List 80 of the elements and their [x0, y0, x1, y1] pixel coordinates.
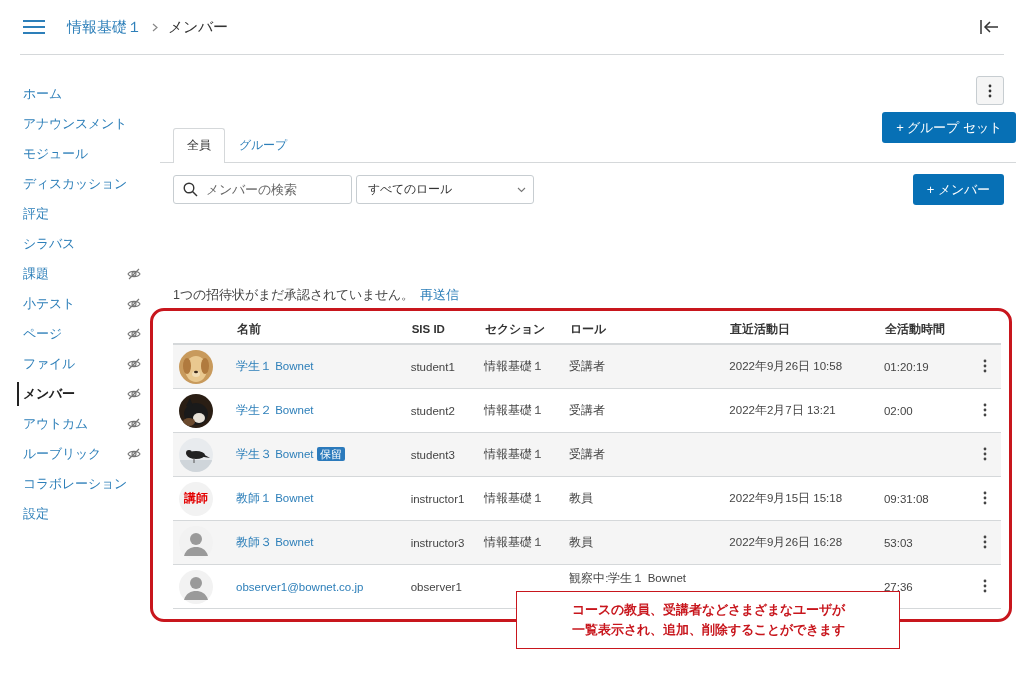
sidebar-item[interactable]: ファイル — [17, 352, 75, 376]
pending-badge: 保留 — [316, 447, 345, 461]
more-icon[interactable] — [983, 490, 987, 505]
table-cell: 2022年9月26日 10:58 — [729, 360, 843, 372]
table-cell: 情報基礎１ — [484, 492, 545, 504]
sidebar-item[interactable]: 小テスト — [17, 292, 75, 316]
default-avatar-icon — [179, 569, 213, 604]
sidebar-item[interactable]: ホーム — [17, 82, 62, 106]
role-dropdown[interactable]: すべてのロール — [356, 175, 534, 204]
avatar: 講師 — [179, 481, 213, 516]
collapse-icon[interactable] — [980, 20, 998, 34]
table-cell: student1 — [410, 360, 455, 373]
user-name-link[interactable]: 学生１ Bownet — [236, 360, 314, 372]
callout-text: コースの教員、受講者などさまざまなユーザが — [571, 601, 845, 619]
table-cell: 02:00 — [883, 404, 913, 417]
sidebar-item[interactable]: ディスカッション — [17, 172, 127, 196]
caret-icon — [517, 186, 526, 193]
search-icon — [183, 182, 198, 197]
tab[interactable]: 全員 — [173, 128, 225, 163]
sidebar-item[interactable]: 設定 — [17, 502, 49, 526]
table-cell: 2022年2月7日 13:21 — [729, 404, 836, 416]
column-header: セクション — [485, 322, 546, 335]
table-cell: 53:03 — [883, 536, 913, 549]
table-cell: student3 — [410, 448, 455, 461]
table-cell: instructor3 — [410, 536, 465, 549]
table-cell: 受講者 — [569, 404, 606, 416]
sidebar-item[interactable]: コラボレーション — [17, 472, 127, 496]
user-name-link[interactable]: 学生２ Bownet — [236, 404, 314, 416]
callout-text: 一覧表示され、追加、削除することができます — [571, 621, 845, 639]
table-cell: student2 — [410, 404, 455, 417]
table-cell: 情報基礎１ — [484, 448, 545, 460]
user-name-link[interactable]: 教師１ Bownet — [236, 492, 314, 504]
table-cell: 27:36 — [883, 580, 913, 593]
column-header: 全活動時間 — [884, 322, 945, 335]
table-cell: 観察中:学生１ Bownet — [569, 572, 687, 584]
user-name-link[interactable]: 教師３ Bownet — [236, 536, 314, 548]
table-cell: 09:31:08 — [883, 492, 929, 505]
resend-link[interactable]: 再送信 — [419, 287, 459, 304]
more-icon — [988, 83, 992, 98]
more-icon[interactable] — [983, 578, 987, 593]
sidebar-item[interactable]: シラバス — [17, 232, 75, 256]
sidebar-item[interactable]: ルーブリック — [17, 442, 101, 466]
breadcrumb-current: メンバー — [168, 17, 228, 37]
column-header: ロール — [570, 322, 607, 335]
column-header: SIS ID — [411, 323, 445, 335]
table-cell: instructor1 — [410, 492, 465, 505]
search-field[interactable]: メンバーの検索 — [173, 175, 352, 204]
more-icon[interactable] — [983, 534, 987, 549]
sidebar-item[interactable]: メンバー — [17, 382, 75, 406]
pending-invitation-text: 1つの招待状がまだ承認されていません。 — [173, 287, 414, 304]
sidebar-item[interactable]: アウトカム — [17, 412, 88, 436]
user-name-link[interactable]: observer1@bownet.co.jp — [236, 580, 364, 593]
table-cell: 情報基礎１ — [484, 360, 545, 372]
more-icon[interactable] — [983, 358, 987, 373]
column-header: 直近活動日 — [730, 322, 791, 335]
table-cell: 受講者 — [569, 360, 606, 372]
add-group-set-button[interactable]: + グループ セット — [882, 112, 1016, 143]
table-cell: 情報基礎１ — [484, 404, 545, 416]
sidebar-item[interactable]: 課題 — [17, 262, 49, 286]
table-cell: 教員 — [569, 536, 594, 548]
column-header: 名前 — [237, 322, 261, 335]
table-cell: 情報基礎１ — [484, 536, 545, 548]
sidebar-item[interactable]: 評定 — [17, 202, 49, 226]
table-cell: 2022年9月26日 16:28 — [729, 536, 843, 548]
more-icon[interactable] — [983, 402, 987, 417]
add-member-button[interactable]: + メンバー — [912, 174, 1004, 205]
more-icon[interactable] — [983, 446, 987, 461]
breadcrumb-link[interactable]: 情報基礎１ — [67, 17, 142, 37]
user-name-link[interactable]: 学生３ Bownet — [236, 448, 314, 460]
menu-icon[interactable] — [23, 20, 45, 34]
table-cell: 受講者 — [569, 448, 606, 460]
table-cell: 01:20:19 — [883, 360, 929, 373]
sidebar-item[interactable]: アナウンスメント — [17, 112, 127, 136]
sidebar-item[interactable]: モジュール — [17, 142, 88, 166]
table-cell: observer1 — [410, 580, 462, 593]
chevron-icon — [152, 22, 158, 32]
tab[interactable]: グループ — [225, 128, 301, 162]
sidebar-item[interactable]: ページ — [17, 322, 62, 346]
table-cell: 2022年9月15日 15:18 — [729, 492, 843, 504]
table-cell: 教員 — [569, 492, 594, 504]
